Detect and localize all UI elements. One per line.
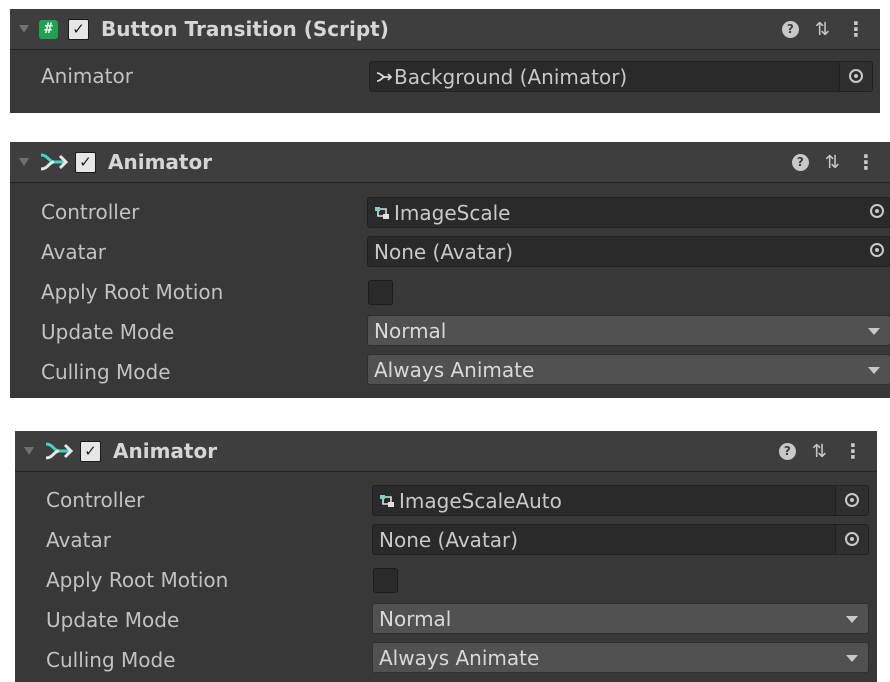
apply-root-motion-checkbox[interactable]: [373, 568, 398, 593]
animator-component-icon: [45, 442, 74, 460]
animator-controller-icon: [375, 206, 389, 219]
culling-mode-value: Always Animate: [374, 357, 535, 382]
presets-icon[interactable]: ⇅: [815, 19, 830, 40]
culling-mode-label: Culling Mode: [41, 359, 171, 384]
foldout-arrow-icon[interactable]: [24, 447, 34, 455]
object-picker-icon: [845, 493, 859, 507]
avatar-label: Avatar: [46, 528, 111, 552]
button-transition-component: # ✓ Button Transition (Script) ? ⇅ ⋮ Ani…: [10, 9, 880, 113]
update-mode-label: Update Mode: [46, 608, 180, 632]
animator-object-field[interactable]: Background (Animator): [369, 61, 873, 92]
apply-root-motion-label: Apply Root Motion: [41, 280, 224, 304]
animator-field-row: Animator Background (Animator): [10, 50, 880, 102]
controller-label: Controller: [46, 488, 145, 512]
help-icon[interactable]: ?: [781, 20, 799, 38]
animator-component-1: ✓ Animator ? ⇅ ⋮ Controller ImageScale A…: [10, 142, 890, 398]
controller-value: ImageScaleAuto: [399, 488, 562, 513]
update-mode-row: Update Mode Normal: [15, 600, 877, 640]
chevron-down-icon: [868, 328, 880, 335]
avatar-object-field[interactable]: None (Avatar): [367, 236, 890, 267]
update-mode-dropdown[interactable]: Normal: [372, 603, 869, 634]
update-mode-value: Normal: [379, 606, 452, 631]
object-picker-icon: [849, 69, 863, 83]
apply-root-motion-checkbox[interactable]: [368, 280, 393, 305]
avatar-label: Avatar: [41, 240, 106, 264]
culling-mode-dropdown[interactable]: Always Animate: [372, 642, 869, 673]
update-mode-dropdown[interactable]: Normal: [367, 315, 890, 346]
object-picker-icon[interactable]: [870, 243, 884, 257]
avatar-value: None (Avatar): [379, 527, 519, 552]
component-title: Animator: [113, 439, 218, 463]
enabled-checkbox[interactable]: ✓: [75, 151, 96, 173]
controller-object-field[interactable]: ImageScaleAuto: [372, 485, 869, 516]
foldout-arrow-icon[interactable]: [19, 25, 29, 33]
culling-mode-dropdown[interactable]: Always Animate: [367, 354, 890, 385]
object-picker-icon: [845, 532, 859, 546]
controller-object-field[interactable]: ImageScale: [367, 197, 890, 228]
animator-component-2: ✓ Animator ? ⇅ ⋮ Controller ImageScaleAu…: [15, 431, 877, 682]
animator-icon: [376, 71, 392, 82]
enabled-checkbox[interactable]: ✓: [68, 18, 89, 40]
update-mode-row: Update Mode Normal: [10, 312, 890, 352]
script-icon: #: [39, 19, 58, 39]
chevron-down-icon: [846, 655, 858, 662]
field-label: Animator: [41, 64, 133, 88]
object-picker-button[interactable]: [835, 525, 868, 554]
avatar-row: Avatar None (Avatar): [10, 232, 890, 272]
component-header[interactable]: # ✓ Button Transition (Script) ? ⇅ ⋮: [10, 9, 880, 50]
enabled-checkbox[interactable]: ✓: [80, 440, 101, 462]
update-mode-value: Normal: [374, 318, 447, 343]
animator-component-icon: [40, 153, 69, 171]
help-icon[interactable]: ?: [778, 442, 796, 460]
animator-controller-icon: [380, 494, 394, 507]
help-icon[interactable]: ?: [791, 153, 809, 171]
object-picker-button[interactable]: [835, 486, 868, 515]
culling-mode-value: Always Animate: [379, 645, 540, 670]
apply-root-motion-row: Apply Root Motion: [15, 560, 877, 600]
culling-mode-row: Culling Mode Always Animate: [15, 640, 877, 679]
avatar-row: Avatar None (Avatar): [15, 520, 877, 560]
avatar-value: None (Avatar): [374, 239, 514, 264]
component-header[interactable]: ✓ Animator ? ⇅ ⋮: [15, 431, 877, 472]
foldout-arrow-icon[interactable]: [19, 158, 29, 166]
presets-icon[interactable]: ⇅: [812, 441, 827, 462]
apply-root-motion-row: Apply Root Motion: [10, 272, 890, 312]
culling-mode-row: Culling Mode Always Animate: [10, 352, 890, 391]
update-mode-label: Update Mode: [41, 320, 175, 344]
context-menu-icon[interactable]: ⋮: [843, 439, 863, 463]
controller-row: Controller ImageScale: [10, 192, 890, 232]
component-title: Button Transition (Script): [101, 17, 389, 41]
culling-mode-label: Culling Mode: [46, 647, 176, 672]
context-menu-icon[interactable]: ⋮: [846, 17, 866, 41]
chevron-down-icon: [846, 616, 858, 623]
component-title: Animator: [108, 150, 213, 174]
object-picker-icon[interactable]: [870, 204, 884, 218]
apply-root-motion-label: Apply Root Motion: [46, 568, 229, 592]
presets-icon[interactable]: ⇅: [825, 152, 840, 173]
context-menu-icon[interactable]: ⋮: [856, 150, 876, 174]
component-header[interactable]: ✓ Animator ? ⇅ ⋮: [10, 142, 890, 183]
chevron-down-icon: [868, 367, 880, 374]
controller-row: Controller ImageScaleAuto: [15, 480, 877, 520]
controller-value: ImageScale: [394, 200, 511, 225]
controller-label: Controller: [41, 200, 140, 224]
object-picker-button[interactable]: [839, 62, 872, 91]
field-value: Background (Animator): [394, 64, 628, 89]
avatar-object-field[interactable]: None (Avatar): [372, 524, 869, 555]
